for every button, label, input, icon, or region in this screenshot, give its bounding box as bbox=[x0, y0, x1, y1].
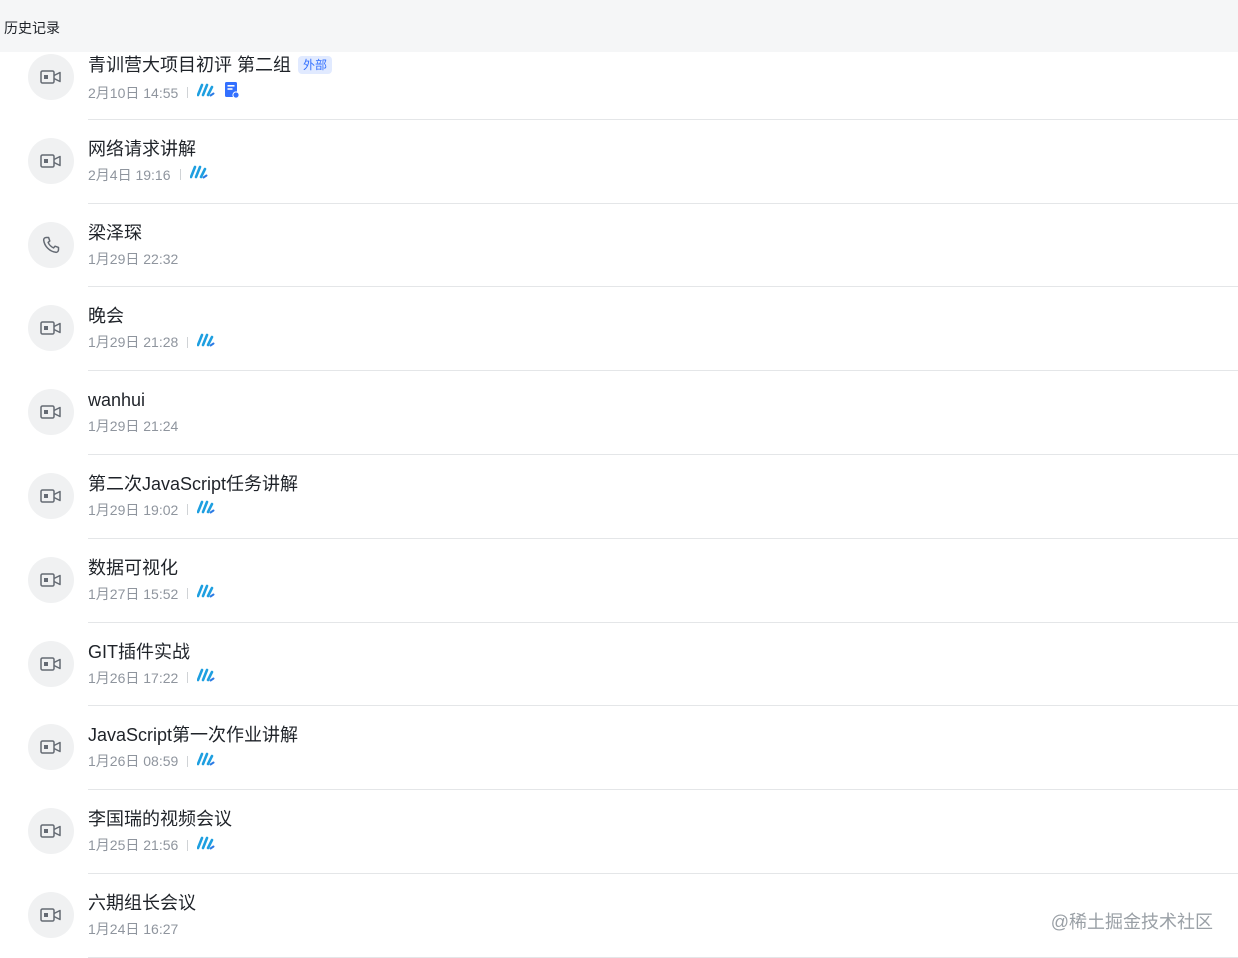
item-meta: 2月10日 14:55 bbox=[88, 81, 240, 104]
video-camera-icon bbox=[28, 54, 74, 100]
minutes-recording-icon[interactable] bbox=[196, 500, 215, 519]
history-item[interactable]: 青训营大项目初评 第二组 外部 2月10日 14:55 bbox=[0, 36, 1238, 120]
phone-icon bbox=[28, 221, 74, 268]
history-item[interactable]: 第二次JavaScript任务讲解 1月29日 19:02 bbox=[0, 455, 1238, 539]
item-time: 1月24日 16:27 bbox=[88, 920, 179, 937]
item-time: 1月26日 17:22 bbox=[88, 669, 179, 686]
minutes-recording-icon[interactable] bbox=[196, 752, 215, 771]
item-title-line: 青训营大项目初评 第二组 外部 bbox=[88, 53, 333, 77]
item-title: 青训营大项目初评 第二组 bbox=[88, 55, 291, 75]
item-title-line: 晚会 bbox=[88, 304, 124, 328]
item-meta: 1月29日 21:28 bbox=[88, 332, 215, 352]
video-camera-icon bbox=[28, 891, 74, 938]
item-meta: 1月24日 16:27 bbox=[88, 919, 178, 939]
item-title-line: 梁泽琛 bbox=[88, 221, 142, 245]
item-time: 2月10日 14:55 bbox=[88, 84, 179, 101]
item-title-line: JavaScript第一次作业讲解 bbox=[88, 723, 298, 747]
item-title: JavaScript第一次作业讲解 bbox=[88, 725, 299, 746]
item-time: 1月29日 19:02 bbox=[88, 501, 179, 518]
item-title-line: 数据可视化 bbox=[88, 556, 178, 580]
item-time: 1月25日 21:56 bbox=[88, 837, 179, 854]
item-meta: 1月29日 19:02 bbox=[88, 500, 215, 520]
history-item[interactable]: 网络请求讲解 2月4日 19:16 bbox=[0, 120, 1238, 204]
video-camera-icon bbox=[28, 724, 74, 771]
minutes-recording-icon[interactable] bbox=[196, 836, 215, 855]
minutes-recording-icon[interactable] bbox=[189, 165, 208, 184]
separator bbox=[187, 755, 189, 767]
page-title: 历史记录 bbox=[4, 20, 60, 36]
minutes-recording-icon[interactable] bbox=[196, 333, 215, 352]
item-time: 1月29日 21:28 bbox=[88, 334, 179, 351]
item-meta: 1月29日 22:32 bbox=[88, 249, 178, 269]
separator bbox=[187, 87, 189, 98]
item-title-line: 第二次JavaScript任务讲解 bbox=[88, 472, 298, 496]
video-camera-icon bbox=[28, 137, 74, 184]
video-camera-icon bbox=[28, 808, 74, 855]
history-item[interactable]: 梁泽琛 1月29日 22:32 bbox=[0, 204, 1238, 288]
separator bbox=[187, 588, 189, 600]
item-meta: 1月29日 21:24 bbox=[88, 416, 178, 436]
separator bbox=[187, 839, 189, 851]
video-camera-icon bbox=[28, 472, 74, 519]
item-title: GIT插件实战 bbox=[88, 641, 190, 662]
separator bbox=[187, 336, 189, 348]
item-title: 李国瑞的视频会议 bbox=[88, 809, 232, 830]
separator bbox=[187, 504, 189, 516]
item-title: 第二次JavaScript任务讲解 bbox=[88, 473, 299, 494]
item-time: 1月29日 22:32 bbox=[88, 250, 179, 267]
minutes-recording-icon[interactable] bbox=[196, 668, 215, 687]
item-title-line: GIT插件实战 bbox=[88, 640, 190, 664]
history-item[interactable]: 李国瑞的视频会议 1月25日 21:56 bbox=[0, 790, 1238, 874]
item-title: wanhui bbox=[88, 390, 146, 411]
video-camera-icon bbox=[28, 305, 74, 352]
item-time: 1月26日 08:59 bbox=[88, 753, 179, 770]
item-title-line: 六期组长会议 bbox=[88, 891, 196, 915]
item-meta: 1月26日 17:22 bbox=[88, 668, 215, 688]
item-meta: 1月27日 15:52 bbox=[88, 584, 215, 604]
item-time: 2月4日 19:16 bbox=[88, 166, 171, 183]
watermark: @稀土掘金技术社区 bbox=[1050, 912, 1213, 932]
external-tag: 外部 bbox=[298, 56, 333, 74]
history-list: 青训营大项目初评 第二组 外部 2月10日 14:55 网络请求讲解 2月4日 19:1… bbox=[0, 36, 1238, 958]
item-title-line: 网络请求讲解 bbox=[88, 137, 196, 161]
item-title-line: 李国瑞的视频会议 bbox=[88, 807, 232, 831]
item-meta: 1月25日 21:56 bbox=[88, 835, 215, 855]
video-camera-icon bbox=[28, 389, 74, 436]
item-title: 晚会 bbox=[88, 306, 124, 327]
separator bbox=[187, 672, 189, 684]
item-title: 网络请求讲解 bbox=[88, 138, 196, 159]
history-item[interactable]: 数据可视化 1月27日 15:52 bbox=[0, 539, 1238, 623]
history-item[interactable]: wanhui 1月29日 21:24 bbox=[0, 371, 1238, 455]
item-title: 数据可视化 bbox=[88, 557, 178, 578]
history-item[interactable]: GIT插件实战 1月26日 17:22 bbox=[0, 623, 1238, 707]
item-meta: 1月26日 08:59 bbox=[88, 751, 215, 771]
minutes-recording-icon[interactable] bbox=[196, 83, 215, 102]
meeting-doc-icon[interactable] bbox=[224, 81, 240, 104]
item-time: 1月29日 21:24 bbox=[88, 418, 179, 435]
item-title: 梁泽琛 bbox=[88, 222, 142, 243]
history-item[interactable]: JavaScript第一次作业讲解 1月26日 08:59 bbox=[0, 706, 1238, 791]
video-camera-icon bbox=[28, 556, 74, 603]
item-title-line: wanhui bbox=[88, 388, 145, 412]
video-camera-icon bbox=[28, 640, 74, 687]
item-title: 六期组长会议 bbox=[88, 892, 196, 913]
minutes-recording-icon[interactable] bbox=[196, 584, 215, 603]
separator bbox=[179, 169, 181, 181]
item-time: 1月27日 15:52 bbox=[88, 585, 179, 602]
history-item[interactable]: 晚会 1月29日 21:28 bbox=[0, 287, 1238, 372]
item-meta: 2月4日 19:16 bbox=[88, 165, 208, 185]
